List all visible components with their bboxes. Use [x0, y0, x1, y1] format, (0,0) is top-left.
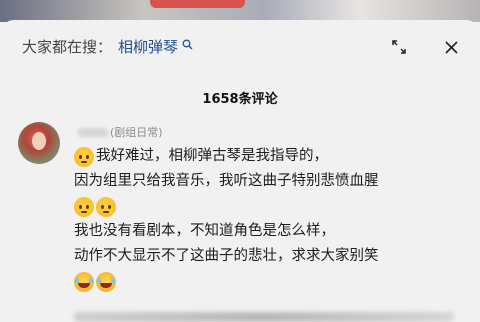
comment-text: 动作不大显示不了这曲子的悲壮，求求大家别笑	[74, 248, 379, 264]
worried-face-icon	[74, 146, 94, 167]
comment-text: 我也没有看剧本，不知道角色是怎么样，	[74, 223, 335, 239]
avatar[interactable]	[18, 122, 60, 164]
comment-line: 动作不大显示不了这曲子的悲壮，求求大家别笑	[74, 244, 474, 269]
username-suffix: (剧组日常)	[110, 126, 163, 139]
comment-line: 因为组里只给我音乐，我听这曲子特别悲愤血腥	[74, 169, 474, 194]
comment-text: 因为组里只给我音乐，我听这曲子特别悲愤血腥	[74, 173, 379, 189]
comment-emoji-row	[74, 269, 474, 294]
laughing-tears-icon	[74, 271, 94, 292]
trending-search-bar[interactable]: 大家都在搜： 相柳弹琴	[22, 34, 193, 58]
expand-icon[interactable]	[386, 34, 412, 60]
comment-username[interactable]: (剧组日常)	[78, 124, 163, 140]
comment-line: 我也没有看剧本，不知道角色是怎么样，	[74, 219, 474, 244]
comment-text: 我好难过，相柳弹古琴是我指导的，	[96, 148, 328, 164]
worried-face-icon	[74, 196, 94, 217]
trending-search-term[interactable]: 相柳弹琴	[118, 36, 178, 57]
comment-sheet: 大家都在搜： 相柳弹琴 1658条评论 (剧组日常) 我好难过，相柳弹古琴是我指…	[0, 20, 480, 322]
close-icon[interactable]	[438, 34, 464, 60]
search-icon	[182, 39, 193, 53]
trending-search-prefix: 大家都在搜：	[22, 37, 113, 56]
username-redacted	[78, 127, 108, 137]
laughing-tears-icon	[96, 271, 116, 292]
video-preview-strip	[0, 0, 480, 22]
comments-count-title: 1658条评论	[202, 92, 278, 107]
comment-line: 我好难过，相柳弹古琴是我指导的，	[74, 144, 474, 169]
worried-face-icon	[96, 196, 116, 217]
comment-emoji-row	[74, 194, 474, 219]
comment-body: 我好难过，相柳弹古琴是我指导的， 因为组里只给我音乐，我听这曲子特别悲愤血腥 我…	[74, 144, 474, 294]
video-red-banner	[150, 0, 245, 8]
next-line-cutoff	[74, 312, 454, 322]
